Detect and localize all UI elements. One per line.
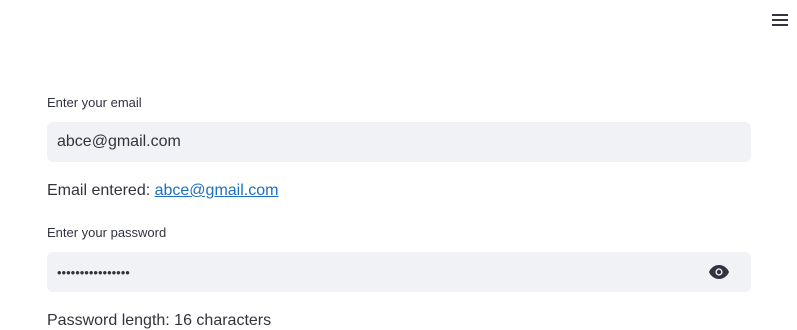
password-input[interactable] [47, 252, 751, 292]
password-length-text: Password length: 16 characters [47, 312, 272, 329]
hamburger-menu-icon [772, 14, 788, 26]
email-input[interactable] [47, 122, 751, 162]
email-entered-link[interactable]: abce@gmail.com [155, 182, 279, 199]
show-password-button[interactable] [709, 263, 729, 281]
password-field-container [47, 252, 751, 292]
app-root: Enter your email Email entered: abce@gma… [0, 0, 797, 330]
email-entered-text: Email entered: abce@gmail.com [47, 181, 278, 201]
password-label: Enter your password [47, 225, 167, 240]
main-menu-button[interactable] [766, 9, 794, 31]
email-field-container [47, 122, 751, 162]
email-entered-prefix: Email entered: [47, 182, 155, 199]
email-label: Enter your email [47, 95, 142, 110]
eye-icon [709, 265, 729, 279]
